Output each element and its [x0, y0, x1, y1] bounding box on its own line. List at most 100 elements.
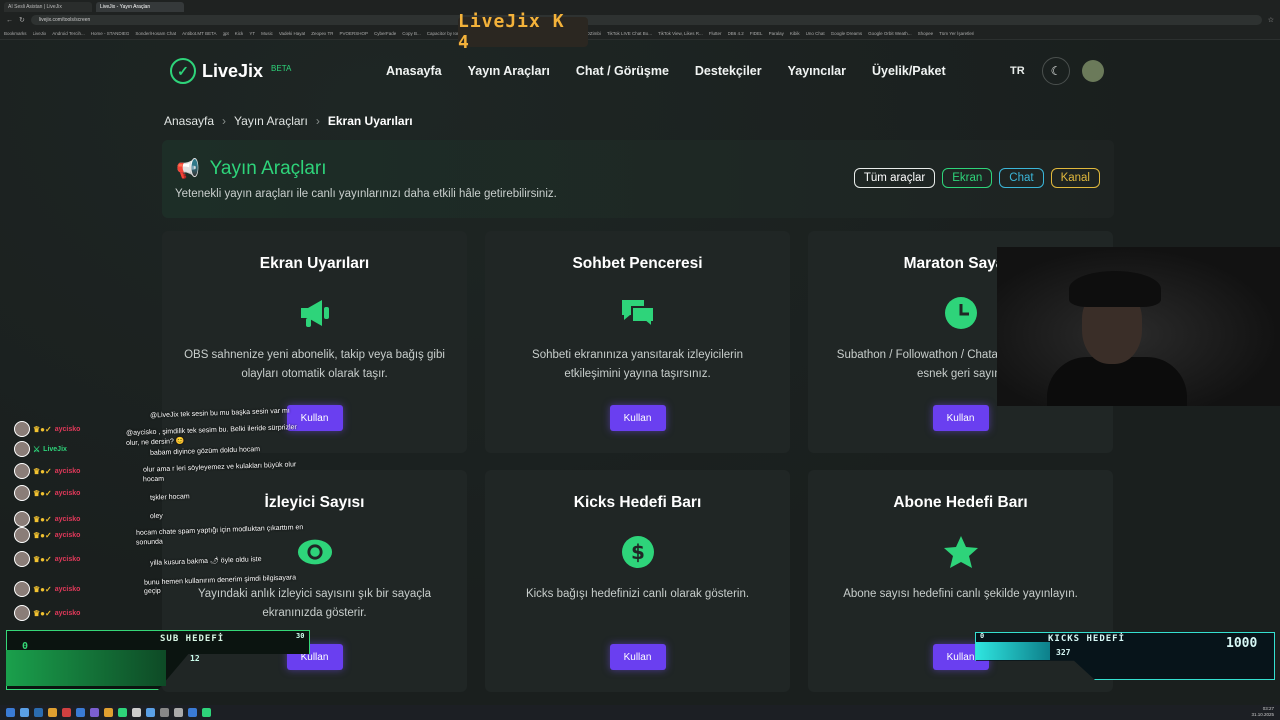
chat-avatar: [14, 551, 30, 567]
chat-message: olur ama r leri söyleyemez ve kulakları …: [142, 461, 297, 474]
breadcrumb: Anasayfa › Yayın Araçları › Ekran Uyarıl…: [164, 114, 413, 128]
language-switch[interactable]: TR: [1010, 65, 1025, 77]
bookmark-item[interactable]: FIDEL: [750, 31, 763, 36]
taskbar-app-icon[interactable]: [174, 708, 183, 717]
kicks-goal-title: KICKS HEDEFİ: [1048, 634, 1126, 644]
address-bar[interactable]: livejix.com/tools/screen: [30, 15, 1262, 25]
bookmark-item[interactable]: TikTok LIVE Chat Bo...: [607, 31, 652, 36]
breadcrumb-tools[interactable]: Yayın Araçları: [234, 114, 308, 128]
stream-chat-overlay: ♛●✓ aycisko ⚔ LiveJix ♛●✓ aycisko ♛●✓ aycisko ♛●…: [0, 405, 330, 625]
taskbar-app-icon[interactable]: [90, 708, 99, 717]
bookmark-item[interactable]: Google Dreams: [831, 31, 863, 36]
browser-tab-active[interactable]: LiveJix - Yayın Araçları: [96, 1, 184, 12]
use-button[interactable]: Kullan: [609, 644, 666, 670]
bookmark-item[interactable]: PVOERSHOP: [339, 31, 368, 36]
nav-destekciler[interactable]: Destekçiler: [695, 64, 762, 78]
taskbar-app-icon[interactable]: [76, 708, 85, 717]
chat-avatar: [14, 511, 30, 527]
hero-section: 📢 Yayın Araçları Yetenekli yayın araçlar…: [162, 140, 1114, 218]
filter-kanal[interactable]: Kanal: [1050, 168, 1100, 188]
bookmark-item[interactable]: Flutter: [709, 31, 722, 36]
nav-anasayfa[interactable]: Anasayfa: [386, 64, 442, 78]
card-desc: Kicks bağışı hedefinizi canlı olarak gös…: [525, 588, 750, 600]
card-desc: Sohbeti ekranınıza yansıtarak izleyicile…: [532, 349, 743, 380]
bookmark-item[interactable]: DB6 4.2: [728, 31, 744, 36]
bookmark-item[interactable]: Kibik: [790, 31, 800, 36]
taskbar-app-icon[interactable]: [132, 708, 141, 717]
chat-badges-icon: ♛●✓: [33, 424, 52, 434]
brand-name: LiveJix: [202, 60, 264, 81]
bookmark-item[interactable]: CyberFade: [374, 31, 396, 36]
taskbar-app-icon[interactable]: [20, 708, 29, 717]
use-button[interactable]: Kullan: [932, 405, 989, 431]
chat-avatar: [14, 581, 30, 597]
logo[interactable]: ✓ LiveJix BETA: [170, 58, 291, 84]
bookmark-item[interactable]: Tüm Yer İşaretleri: [939, 31, 974, 36]
chat-badges-icon: ⚔: [33, 444, 41, 454]
back-icon[interactable]: ←: [6, 17, 13, 24]
bookmark-item[interactable]: Uno Chat: [806, 31, 825, 36]
chat-user-row: ♛●✓ aycisko: [14, 581, 80, 597]
taskbar-app-icon[interactable]: [104, 708, 113, 717]
chat-username: aycisko: [54, 531, 81, 539]
bookmark-item[interactable]: Kick: [235, 31, 244, 36]
chat-user-row: ♛●✓ aycisko: [14, 463, 80, 479]
taskbar-app-icon[interactable]: [146, 708, 155, 717]
nav-yayincilar[interactable]: Yayıncılar: [788, 64, 846, 78]
bookmark-item[interactable]: YT: [249, 31, 255, 36]
bookmark-item[interactable]: Copy B...: [402, 31, 421, 36]
nav-yayin-araclari[interactable]: Yayın Araçları: [468, 64, 550, 78]
bookmark-item[interactable]: Music: [261, 31, 273, 36]
bookmark-item[interactable]: LiveJix: [33, 31, 47, 36]
webcam-person-cap: [1069, 271, 1161, 307]
taskbar-app-icon[interactable]: [48, 708, 57, 717]
filter-ekran[interactable]: Ekran: [942, 168, 993, 188]
taskbar-app-icon[interactable]: [118, 708, 127, 717]
taskbar-app-icon[interactable]: [160, 708, 169, 717]
nav-uyelik[interactable]: Üyelik/Paket: [872, 64, 946, 78]
chat-username: aycisko: [54, 467, 81, 475]
navbar: ✓ LiveJix BETA Anasayfa Yayın Araçları C…: [170, 54, 1110, 88]
taskbar-app-icon[interactable]: [62, 708, 71, 717]
chat-badges-icon: ♛●✓: [33, 514, 52, 524]
bookmark-item[interactable]: Bookmarks: [4, 31, 27, 36]
bookmark-item[interactable]: Antibot.MT BETA: [182, 31, 216, 36]
megaphone-icon: [297, 295, 333, 331]
user-avatar[interactable]: [1082, 60, 1104, 82]
bookmark-item[interactable]: Home - STANDIEG: [91, 31, 130, 36]
bookmark-item[interactable]: Android Tercih...: [52, 31, 84, 36]
sub-goal-target: 30: [296, 632, 305, 640]
svg-text:$: $: [631, 540, 645, 564]
chat-message: tşkler hocam: [149, 493, 190, 502]
breadcrumb-home[interactable]: Anasayfa: [164, 114, 214, 128]
taskbar-app-icon[interactable]: [188, 708, 197, 717]
browser-tab[interactable]: AI Sesli Asistan | LiveJix: [4, 1, 92, 12]
taskbar-app-icon[interactable]: [202, 708, 211, 717]
bookmark-item[interactable]: Zeopex TR: [311, 31, 333, 36]
bookmark-item[interactable]: Sonder/Hosam Chat: [135, 31, 176, 36]
main-menu: Anasayfa Yayın Araçları Chat / Görüşme D…: [386, 64, 946, 78]
bookmark-item[interactable]: Google Orbit Weath...: [868, 31, 911, 36]
filter-all[interactable]: Tüm araçlar: [853, 168, 936, 188]
stream-overlay-logo: LiveJix K 4: [458, 11, 588, 53]
bookmark-item[interactable]: Paralay: [769, 31, 784, 36]
filter-chat[interactable]: Chat: [999, 168, 1044, 188]
chat-bubbles-icon: [620, 295, 656, 331]
bookmark-item[interactable]: TikTok View, Likes R...: [658, 31, 703, 36]
logo-check-icon: ✓: [170, 58, 196, 84]
star-bookmark-icon[interactable]: ☆: [1268, 16, 1274, 24]
chat-message: babam diyince gözüm doldu hocam: [149, 446, 261, 457]
bookmark-item[interactable]: Shopee: [918, 31, 934, 36]
taskbar-app-icon[interactable]: [6, 708, 15, 717]
use-button[interactable]: Kullan: [609, 405, 666, 431]
tool-card-sohbet-penceresi: Sohbet Penceresi Sohbeti ekranınıza yans…: [485, 231, 790, 453]
theme-toggle-moon-icon[interactable]: ☾: [1042, 57, 1070, 85]
nav-chat[interactable]: Chat / Görüşme: [576, 64, 669, 78]
chat-username: LiveJix: [43, 445, 67, 453]
bookmark-item[interactable]: Vadeki Hayat: [279, 31, 305, 36]
taskbar-app-icon[interactable]: [34, 708, 43, 717]
reload-icon[interactable]: ↻: [19, 16, 25, 24]
chat-user-row: ♛●✓ aycisko: [14, 485, 80, 501]
chat-username: aycisko: [54, 555, 81, 563]
bookmark-item[interactable]: gpt: [223, 31, 229, 36]
